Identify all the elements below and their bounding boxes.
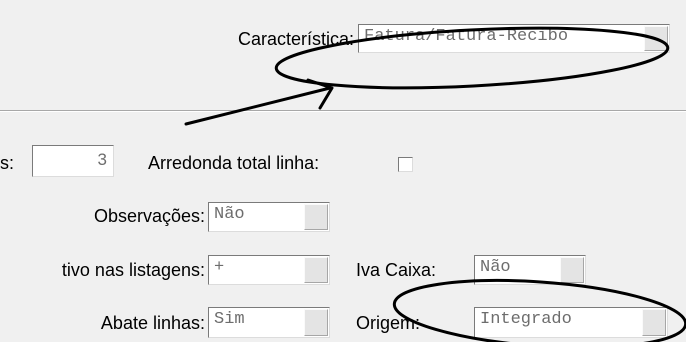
observacoes-value: Não: [214, 205, 245, 224]
abate-label: Abate linhas:: [100, 313, 205, 333]
chevron-down-icon[interactable]: [560, 257, 584, 283]
chevron-down-icon[interactable]: [304, 309, 328, 336]
abate-dropdown[interactable]: Sim: [208, 307, 330, 338]
observacoes-dropdown[interactable]: Não: [208, 202, 330, 232]
listagens-value: +: [214, 258, 225, 277]
arredonda-label: Arredonda total linha:: [148, 153, 320, 173]
origem-label: Origem:: [356, 313, 421, 333]
listagens-label: tivo nas listagens:: [61, 260, 205, 280]
chevron-down-icon[interactable]: [642, 309, 666, 336]
iva-caixa-dropdown[interactable]: Não: [474, 255, 586, 285]
arrow-head-icon: [306, 78, 334, 110]
arredonda-checkbox[interactable]: [398, 157, 413, 172]
iva-caixa-value: Não: [480, 258, 511, 277]
chevron-down-icon[interactable]: [644, 26, 668, 51]
iva-caixa-label: Iva Caixa:: [356, 260, 437, 280]
caracteristica-value: Fatura/Fatura-Recibo: [364, 27, 569, 46]
listagens-dropdown[interactable]: +: [208, 255, 330, 285]
casas-input[interactable]: 3: [32, 145, 114, 177]
origem-value: Integrado: [480, 310, 572, 329]
origem-dropdown[interactable]: Integrado: [474, 307, 668, 338]
casas-label: s:: [0, 153, 15, 173]
caracteristica-dropdown[interactable]: Fatura/Fatura-Recibo: [358, 24, 670, 53]
observacoes-label: Observações:: [93, 206, 205, 226]
caracteristica-label: Característica:: [237, 29, 354, 49]
casas-value: 3: [97, 150, 107, 169]
chevron-down-icon[interactable]: [304, 257, 328, 283]
section-divider: [0, 110, 686, 112]
abate-value: Sim: [214, 310, 245, 329]
chevron-down-icon[interactable]: [304, 204, 328, 230]
arrow-shaft: [184, 86, 332, 126]
